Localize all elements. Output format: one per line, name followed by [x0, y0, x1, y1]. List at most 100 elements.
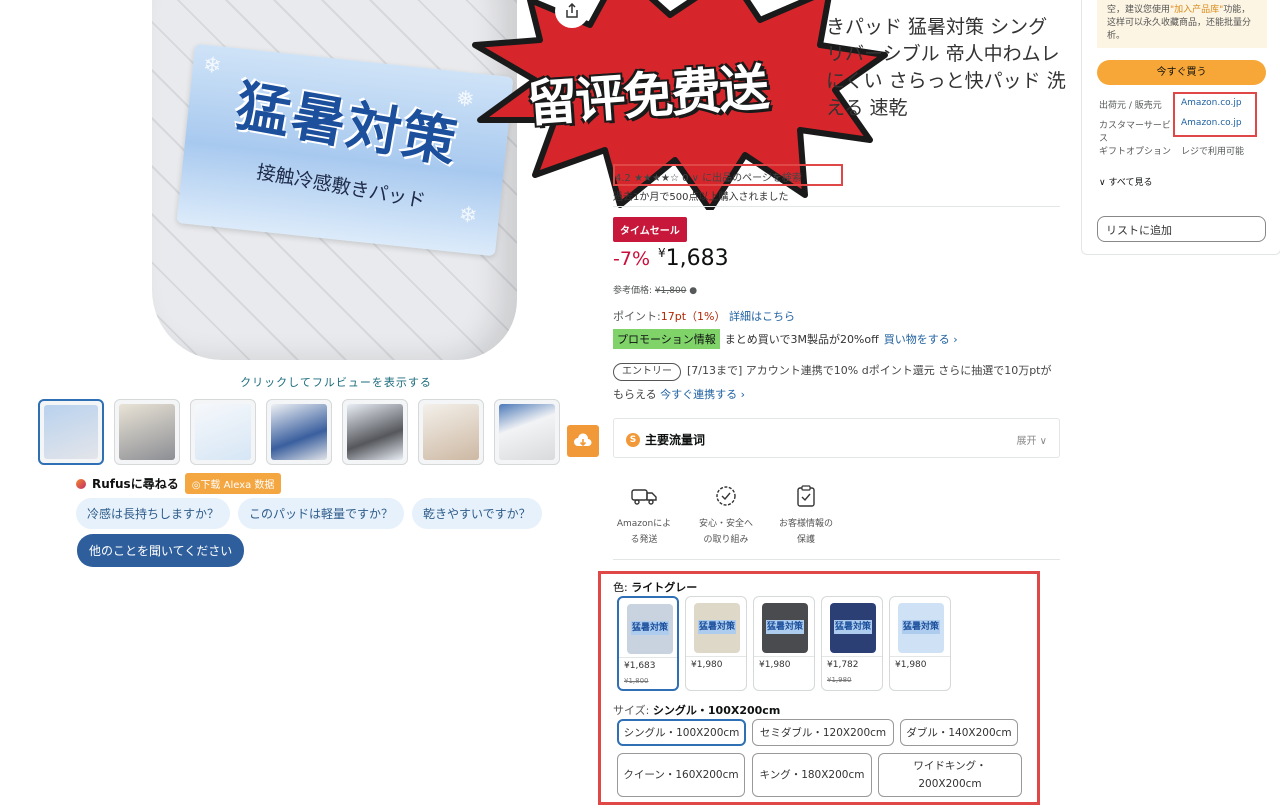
rufus-label: Rufusに尋ねる — [92, 477, 179, 491]
points-label: ポイント: — [613, 310, 661, 323]
thumbnail[interactable] — [266, 399, 332, 465]
feature-amazon-shipping[interactable]: Amazonによる発送 — [613, 482, 675, 548]
size-option[interactable]: セミダブル・120X200cm — [752, 719, 894, 746]
entry-button[interactable]: エントリー — [613, 363, 681, 381]
color-swatch[interactable]: 猛暑対策 ¥1,980 — [685, 596, 747, 691]
plugin-tip: 空，建议您使用"加入产品库"功能，这样可以永久收藏商品，还能批量分析。 — [1097, 0, 1267, 48]
rufus-logo-icon — [76, 478, 86, 489]
reference-price: 参考価格: ¥1,800 ● — [613, 283, 697, 296]
rufus-question-chip[interactable]: 乾きやすいですか？ — [412, 498, 542, 529]
rufus-question-chip[interactable]: このパッドは軽量ですか？ — [238, 498, 405, 529]
currency-symbol: ¥ — [658, 246, 666, 260]
promotion-shop-link[interactable]: 買い物をする › — [884, 331, 958, 347]
swatch-price: ¥1,980 — [759, 660, 791, 670]
full-view-link[interactable]: クリックしてフルビューを表示する — [0, 374, 672, 390]
traffic-keywords-panel[interactable]: S 主要流量词 展开 ∨ — [613, 418, 1060, 458]
clipboard-check-icon — [775, 482, 837, 510]
time-sale-badge: タイムセール — [613, 217, 687, 242]
thumbnail-strip — [38, 399, 560, 465]
price-value: 1,683 — [665, 246, 729, 271]
color-swatch[interactable]: 猛暑対策 ¥1,782 ¥1,980 — [821, 596, 883, 691]
size-option[interactable]: ダブル・140X200cm — [900, 719, 1018, 746]
swatch-old-price: ¥1,980 — [827, 676, 852, 684]
info-icon[interactable]: ● — [689, 286, 697, 296]
color-swatch[interactable]: 猛暑対策 ¥1,683 ¥1,800 — [617, 596, 679, 691]
gift-value: レジで利用可能 — [1181, 147, 1245, 157]
swatch-label: 猛暑対策 — [902, 620, 940, 634]
points-details-link[interactable]: 詳細はこちら — [729, 310, 795, 323]
cloud-download-icon — [574, 433, 592, 447]
size-label-key: サイズ: — [613, 704, 650, 717]
promotion-text: まとめ買いで3M製品が20%off — [724, 333, 879, 346]
swatch-image: 猛暑対策 — [694, 603, 740, 653]
swatch-label: 猛暑対策 — [698, 620, 736, 634]
expand-button[interactable]: 展开 ∨ — [1017, 432, 1048, 447]
swatch-image: 猛暑対策 — [762, 603, 808, 653]
feature-safety[interactable]: 安心・安全への取り組み — [695, 482, 757, 548]
swatch-price: ¥1,980 — [691, 660, 723, 670]
seller-label: 出荷元 / 販売元 — [1099, 101, 1162, 111]
swatch-label: 猛暑対策 — [766, 620, 804, 634]
size-label: サイズ: シングル・100X200cm — [613, 702, 780, 718]
main-product-image[interactable]: ❄ ❄ ❅ 猛暑対策 接触冷感敷きパッド — [140, 0, 525, 365]
download-alexa-data-button[interactable]: ◎下载 Alexa 数据 — [184, 473, 282, 494]
product-title: きパッド 猛暑対策 シングリバーシブル 帝人中わムレにくい さらっと快パッド 洗… — [826, 16, 1066, 119]
rufus-question-chip[interactable]: 冷感は長持ちしますか？ — [76, 498, 231, 529]
feature-label: お客様情報の保護 — [778, 519, 833, 545]
buy-now-button[interactable]: 今すぐ買う — [1097, 60, 1266, 85]
size-option[interactable]: キング・180X200cm — [752, 753, 872, 797]
truck-icon — [613, 482, 675, 510]
color-selected-value: ライトグレー — [631, 581, 698, 594]
seller-highlight-box — [1173, 92, 1257, 137]
thumbnail[interactable] — [494, 399, 560, 465]
discount-percent: -7% — [613, 248, 650, 270]
size-option[interactable]: クイーン・160X200cm — [617, 753, 745, 797]
rating-row[interactable]: 4.2 ★★★★☆ 0 ∨ に出品のページを検索 — [613, 164, 843, 186]
swatch-label: 猛暑対策 — [631, 621, 669, 635]
add-to-library-link[interactable]: "加入产品库" — [1170, 5, 1223, 15]
color-swatch[interactable]: 猛暑対策 ¥1,980 — [889, 596, 951, 691]
promotion-row: プロモーション情報 まとめ買いで3M製品が20%off 買い物をする › — [613, 329, 958, 349]
thumbnail[interactable] — [38, 399, 104, 465]
see-all-link[interactable]: ∨ すべて見る — [1099, 175, 1152, 188]
feature-label: 安心・安全への取り組み — [698, 519, 753, 545]
rufus-question-chips: 冷感は長持ちしますか？ このパッドは軽量ですか？ 乾きやすいですか？ — [76, 498, 542, 529]
divider — [613, 206, 1060, 207]
points-row: ポイント:17pt（1%） 詳細はこちら — [613, 308, 795, 324]
thumbnail[interactable] — [418, 399, 484, 465]
swatch-price: ¥1,980 — [895, 660, 927, 670]
price-block: -7% ¥1,683 — [613, 246, 729, 271]
color-swatch[interactable]: 猛暑対策 ¥1,980 — [753, 596, 815, 691]
extension-logo-icon: S — [626, 432, 640, 447]
gift-label: ギフトオプション — [1099, 147, 1172, 157]
thumbnail[interactable] — [114, 399, 180, 465]
swatch-image: 猛暑対策 — [627, 604, 673, 654]
divider — [754, 656, 814, 657]
points-value: 17pt（1%） — [660, 310, 726, 323]
feature-privacy[interactable]: お客様情報の保護 — [775, 482, 837, 548]
add-to-list-button[interactable]: リストに追加 — [1097, 216, 1266, 242]
swatch-image: 猛暑対策 — [830, 603, 876, 653]
size-option[interactable]: シングル・100X200cm — [617, 719, 746, 746]
rufus-header: Rufusに尋ねる ◎下载 Alexa 数据 — [76, 473, 282, 494]
feature-label: Amazonによる発送 — [616, 519, 672, 545]
swatch-price: ¥1,683 — [624, 661, 656, 671]
download-images-button[interactable] — [567, 425, 599, 457]
rating-text[interactable]: 4.2 ★★★★☆ 0 ∨ に出品のページを検索 — [615, 173, 802, 184]
swatch-price: ¥1,782 — [827, 660, 859, 670]
thumbnail[interactable] — [190, 399, 256, 465]
link-account-link[interactable]: 今すぐ連携する › — [660, 388, 745, 401]
ask-other-question-button[interactable]: 他のことを聞いてください — [77, 534, 245, 567]
size-option[interactable]: ワイドキング・200X200cm — [878, 753, 1022, 797]
shield-badge-icon — [695, 482, 757, 510]
sold-count: 過去1か月で500点以上購入されました — [613, 192, 789, 203]
divider — [822, 656, 882, 657]
thumbnail[interactable] — [342, 399, 408, 465]
swatch-image: 猛暑対策 — [898, 603, 944, 653]
color-label-key: 色: — [613, 581, 628, 594]
traffic-keywords-title: S 主要流量词 — [626, 431, 705, 448]
color-label: 色: ライトグレー — [613, 579, 697, 595]
swatch-old-price: ¥1,800 — [624, 677, 649, 685]
swatch-label: 猛暑対策 — [834, 620, 872, 634]
divider — [686, 656, 746, 657]
